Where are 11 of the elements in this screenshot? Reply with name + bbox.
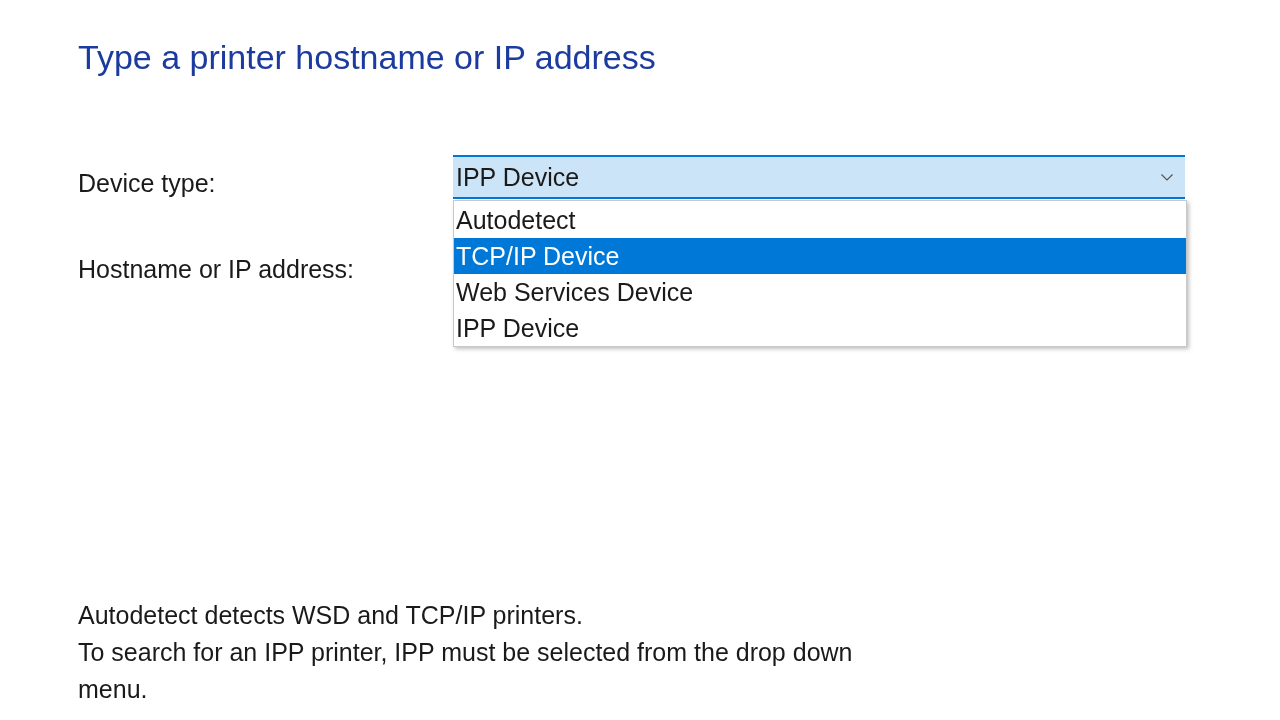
- dropdown-option[interactable]: TCP/IP Device: [454, 238, 1186, 274]
- help-text: To search for an IPP printer, IPP must be selected from the drop down menu.: [78, 637, 854, 705]
- dropdown-option[interactable]: Web Services Device: [454, 274, 1186, 310]
- page-heading: Type a printer hostname or IP address: [78, 37, 656, 77]
- dropdown-option[interactable]: IPP Device: [454, 310, 1186, 346]
- device-type-dropdown[interactable]: IPP Device: [453, 155, 1185, 199]
- field-label: Hostname or IP address:: [78, 254, 355, 284]
- chevron-down-icon: [1161, 173, 1173, 181]
- dropdown-option[interactable]: Autodetect: [454, 202, 1186, 238]
- field-label: Device type:: [78, 168, 216, 198]
- help-text: Autodetect detects WSD and TCP/IP printers.: [78, 600, 583, 631]
